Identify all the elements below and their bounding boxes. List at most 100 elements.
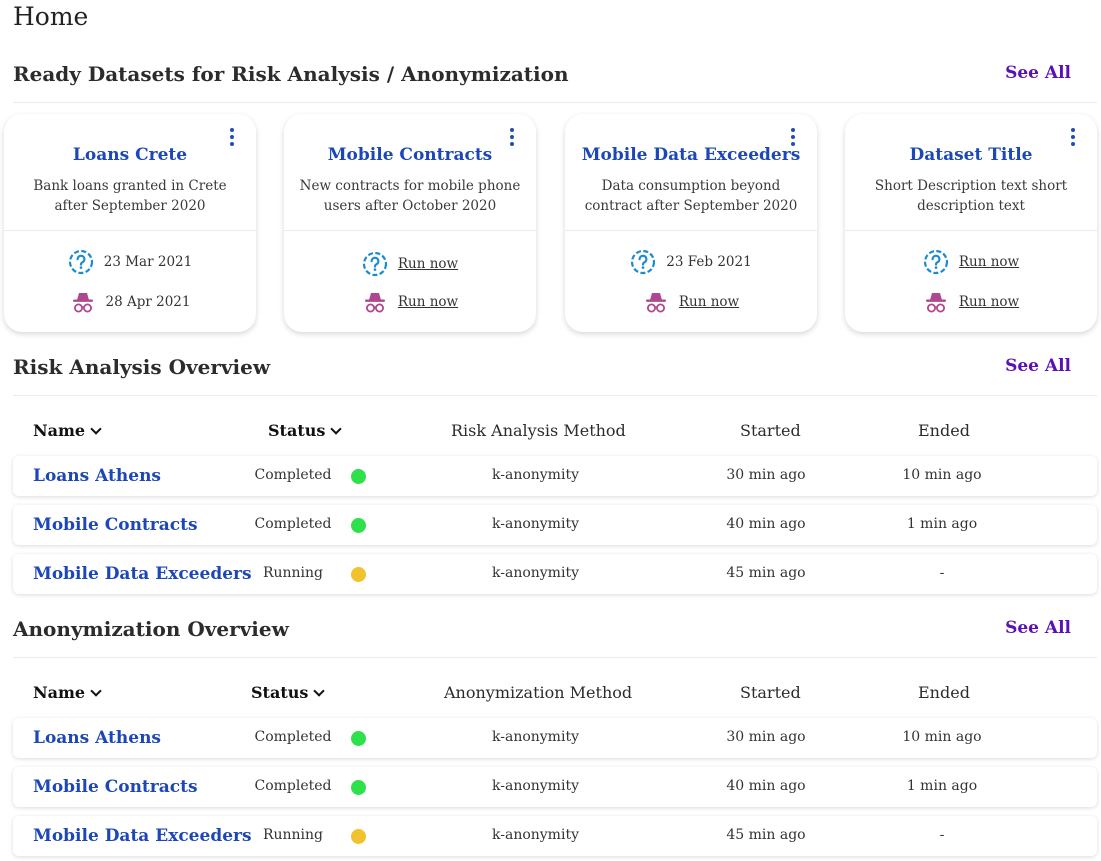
job-status-text: Completed [254, 467, 332, 483]
risk-see-all-link[interactable]: See All [1005, 356, 1071, 376]
job-started-text: 30 min ago [726, 729, 806, 745]
job-name-link[interactable]: Mobile Contracts [33, 777, 198, 797]
chevron-down-icon [90, 685, 102, 697]
risk-analysis-run-now-link[interactable]: Run now [959, 254, 1019, 270]
job-ended-text: 10 min ago [902, 467, 982, 483]
job-status-text: Completed [254, 729, 332, 745]
job-method-text: k-anonymity [492, 565, 579, 581]
anonymization-icon [362, 289, 388, 315]
anon-status-column-header[interactable]: Status [251, 683, 326, 702]
anonymization-icon [923, 289, 949, 315]
anonymization-see-all-link[interactable]: See All [1005, 618, 1071, 638]
risk-started-column-header: Started [740, 421, 801, 440]
table-row[interactable]: Loans Athens Completed k-anonymity 30 mi… [13, 456, 1097, 496]
job-ended-text: 1 min ago [906, 516, 978, 532]
risk-analysis-icon [923, 249, 949, 275]
job-ended-text: 1 min ago [906, 778, 978, 794]
risk-analysis-run-now-link[interactable]: Run now [398, 256, 458, 272]
job-ended-text: - [939, 565, 945, 581]
anonymization-icon [643, 289, 669, 315]
anon-ended-column-header: Ended [918, 683, 970, 702]
job-name-link[interactable]: Loans Athens [33, 466, 161, 486]
status-indicator-dot [351, 780, 366, 795]
dataset-card-title[interactable]: Mobile Data Exceeders [565, 145, 817, 165]
job-started-text: 30 min ago [726, 467, 806, 483]
job-started-text: 45 min ago [726, 827, 806, 843]
risk-analysis-row: 23 Feb 2021 [565, 248, 817, 276]
risk-analysis-date: 23 Feb 2021 [666, 254, 752, 270]
anon-started-column-header: Started [740, 683, 801, 702]
anonymization-run-now-link[interactable]: Run now [959, 294, 1019, 310]
risk-analysis-row: Run now [845, 248, 1097, 276]
page-title: Home [13, 2, 89, 31]
job-name-link[interactable]: Loans Athens [33, 728, 161, 748]
anonymization-icon [70, 289, 96, 315]
anonymization-row: Run now [284, 288, 536, 316]
table-row[interactable]: Mobile Contracts Completed k-anonymity 4… [13, 767, 1097, 807]
anonymization-run-now-link[interactable]: Run now [398, 294, 458, 310]
risk-ended-column-header: Ended [918, 421, 970, 440]
job-ended-text: - [939, 827, 945, 843]
job-ended-text: 10 min ago [902, 729, 982, 745]
anonymization-row: Run now [565, 288, 817, 316]
card-divider [284, 230, 536, 231]
card-divider [845, 230, 1097, 231]
dataset-card-description: Data consumption beyond contract after S… [584, 178, 798, 214]
chevron-down-icon [90, 423, 102, 435]
risk-status-column-header[interactable]: Status [268, 421, 343, 440]
datasets-see-all-link[interactable]: See All [1005, 63, 1071, 83]
dataset-cards: Loans Crete Bank loans granted in Crete … [4, 114, 1098, 332]
job-method-text: k-anonymity [492, 467, 579, 483]
dataset-card[interactable]: Dataset Title Short Description text sho… [845, 114, 1097, 332]
dataset-card[interactable]: Loans Crete Bank loans granted in Crete … [4, 114, 256, 332]
table-row[interactable]: Loans Athens Completed k-anonymity 30 mi… [13, 718, 1097, 758]
risk-analysis-icon [362, 251, 388, 277]
job-started-text: 45 min ago [726, 565, 806, 581]
job-status-text: Running [262, 565, 324, 581]
datasets-section-title: Ready Datasets for Risk Analysis / Anony… [13, 62, 569, 86]
job-method-text: k-anonymity [492, 729, 579, 745]
job-status-text: Completed [254, 778, 332, 794]
job-method-text: k-anonymity [492, 516, 579, 532]
anon-method-column-header: Anonymization Method [444, 683, 633, 702]
dataset-card-description: Short Description text short description… [874, 178, 1068, 214]
datasets-section-header: Ready Datasets for Risk Analysis / Anony… [13, 62, 1097, 103]
risk-name-column-header[interactable]: Name [33, 421, 102, 440]
job-started-text: 40 min ago [726, 516, 806, 532]
dataset-card-title[interactable]: Loans Crete [4, 145, 256, 165]
anon-name-column-header[interactable]: Name [33, 683, 102, 702]
job-name-link[interactable]: Mobile Contracts [33, 515, 198, 535]
risk-analysis-row: 23 Mar 2021 [4, 248, 256, 276]
status-indicator-dot [351, 731, 366, 746]
card-divider [565, 230, 817, 231]
status-indicator-dot [351, 469, 366, 484]
dataset-card-description: New contracts for mobile phone users aft… [299, 178, 521, 214]
chevron-down-icon [330, 423, 343, 435]
dataset-card[interactable]: Mobile Contracts New contracts for mobil… [284, 114, 536, 332]
risk-table-header: Name Status Risk Analysis Method Started… [13, 421, 1097, 451]
risk-method-column-header: Risk Analysis Method [451, 421, 626, 440]
table-row[interactable]: Mobile Data Exceeders Running k-anonymit… [13, 554, 1097, 594]
risk-analysis-icon [68, 249, 94, 275]
job-method-text: k-anonymity [492, 778, 579, 794]
job-method-text: k-anonymity [492, 827, 579, 843]
job-name-link[interactable]: Mobile Data Exceeders [33, 564, 252, 584]
dataset-card[interactable]: Mobile Data Exceeders Data consumption b… [565, 114, 817, 332]
job-status-text: Running [262, 827, 324, 843]
dataset-card-title[interactable]: Mobile Contracts [284, 145, 536, 165]
risk-section-header: Risk Analysis Overview See All [13, 355, 1097, 396]
anonymization-run-now-link[interactable]: Run now [679, 294, 739, 310]
anonymization-row: 28 Apr 2021 [4, 288, 256, 316]
dataset-card-title[interactable]: Dataset Title [845, 145, 1097, 165]
card-divider [4, 230, 256, 231]
job-started-text: 40 min ago [726, 778, 806, 794]
anonymization-row: Run now [845, 288, 1097, 316]
table-row[interactable]: Mobile Contracts Completed k-anonymity 4… [13, 505, 1097, 545]
risk-analysis-date: 23 Mar 2021 [103, 254, 193, 270]
risk-analysis-icon [630, 249, 656, 275]
table-row[interactable]: Mobile Data Exceeders Running k-anonymit… [13, 816, 1097, 856]
job-name-link[interactable]: Mobile Data Exceeders [33, 826, 252, 846]
status-indicator-dot [351, 518, 366, 533]
status-indicator-dot [351, 829, 366, 844]
risk-analysis-row: Run now [284, 250, 536, 278]
